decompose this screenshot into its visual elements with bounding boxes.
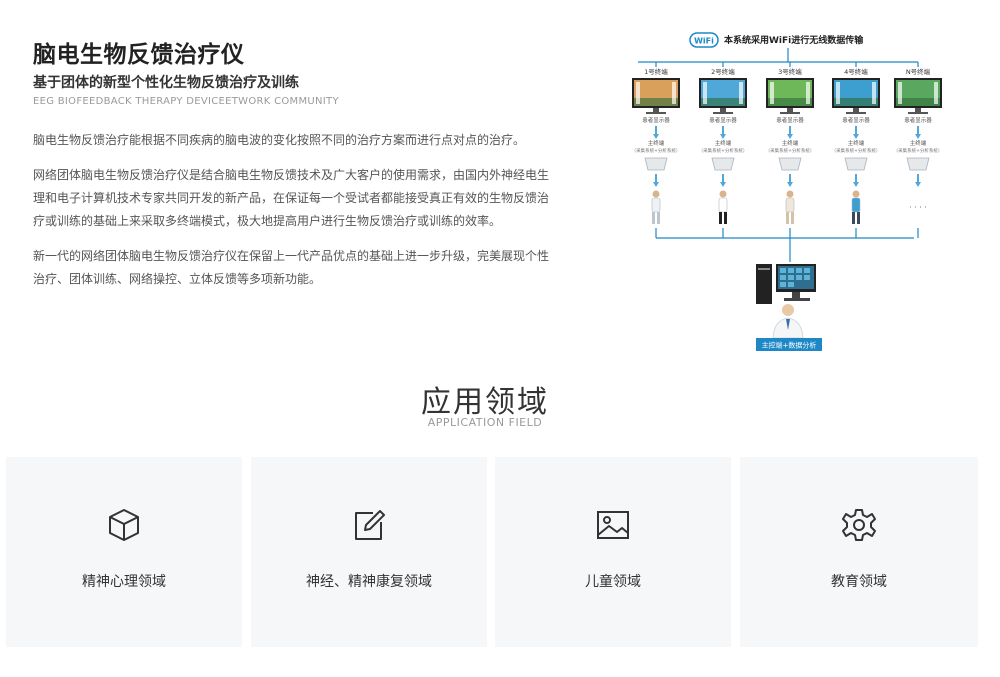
person-icon	[718, 190, 728, 224]
field-cards: 精神心理领域 神经、精神康复领域 儿童领域 教育领域	[6, 457, 978, 647]
cube-icon	[109, 509, 139, 541]
terminal-name: 2号终端	[711, 67, 735, 76]
terminal-name: 1号终端	[644, 67, 668, 76]
person-icon	[851, 190, 861, 224]
terminal-name: N号终端	[906, 67, 931, 76]
field-card-children[interactable]: 儿童领域	[495, 457, 731, 647]
image-icon	[597, 511, 629, 539]
edit-icon	[355, 510, 385, 540]
section-subtitle: APPLICATION FIELD	[427, 416, 543, 429]
device-label: 主终端	[715, 139, 732, 147]
page-subtitle: 基于团体的新型个性化生物反馈治疗及训练	[33, 75, 299, 91]
field-label: 教育领域	[831, 574, 887, 590]
gear-icon	[842, 509, 876, 541]
terminal-name: 4号终端	[844, 67, 868, 76]
system-diagram: WiFi 本系统采用WiFi进行无线数据传输 1号终端 患者显示器 主终端 （采集系统…	[618, 28, 958, 354]
device-icon	[711, 157, 735, 171]
device-label: 主终端	[910, 139, 927, 147]
device-icon	[778, 157, 802, 171]
ellipsis-text: · · · ·	[909, 203, 927, 212]
device-label: 主终端	[648, 139, 665, 147]
intro-paragraph-3: 新一代的网络团体脑电生物反馈治疗仪在保留上一代产品优点的基础上进一步升级，完美展…	[33, 249, 550, 286]
device-label: 主终端	[782, 139, 799, 147]
diagram-header: 本系统采用WiFi进行无线数据传输	[724, 34, 864, 46]
device-sublabel: （采集系统+分析系统）	[632, 147, 681, 154]
field-card-psychology[interactable]: 精神心理领域	[6, 457, 242, 647]
device-sublabel: （采集系统+分析系统）	[699, 147, 748, 154]
english-subtitle: EEG BIOFEEDBACK THERAPY DEVICEETWORK COM…	[33, 96, 339, 107]
screen-label: 患者显示器	[904, 116, 932, 124]
screen-label: 患者显示器	[776, 116, 804, 124]
field-label: 神经、精神康复领域	[306, 574, 432, 590]
screen-label: 患者显示器	[709, 116, 737, 124]
intro-paragraph-1: 脑电生物反馈治疗能根据不同疾病的脑电波的变化按照不同的治疗方案而进行点对点的治疗…	[33, 133, 526, 147]
intro-section: 脑电生物反馈治疗仪 基于团体的新型个性化生物反馈治疗及训练 EEG BIOFEE…	[33, 40, 553, 303]
device-sublabel: （采集系统+分析系统）	[832, 147, 881, 154]
section-title: 应用领域	[421, 385, 549, 420]
terminal-column: 2号终端患者显示器主终端（采集系统+分析系统）	[699, 62, 748, 238]
device-icon	[644, 157, 668, 171]
screen-label: 患者显示器	[842, 116, 870, 124]
intro-paragraph-2: 网络团体脑电生物反馈治疗仪是结合脑电生物反馈技术及广大客户的使用需求，由国内外神…	[33, 168, 550, 228]
terminal-column: 1号终端患者显示器主终端（采集系统+分析系统）	[632, 62, 681, 238]
person-icon	[651, 190, 661, 224]
field-card-rehabilitation[interactable]: 神经、精神康复领域	[251, 457, 487, 647]
device-label: 主终端	[848, 139, 865, 147]
page-title: 脑电生物反馈治疗仪	[33, 42, 245, 68]
field-card-education[interactable]: 教育领域	[740, 457, 978, 647]
screen-label: 患者显示器	[642, 116, 670, 124]
device-icon	[906, 157, 930, 171]
master-label: 主控端+数据分析	[762, 341, 817, 350]
terminal-column: 3号终端患者显示器主终端（采集系统+分析系统）	[766, 62, 815, 238]
master-station: 主控端+数据分析	[756, 264, 822, 351]
device-sublabel: （采集系统+分析系统）	[766, 147, 815, 154]
person-icon	[785, 190, 795, 224]
field-label: 儿童领域	[585, 574, 641, 590]
wifi-logo: WiFi	[689, 32, 719, 48]
wifi-logo-text: WiFi	[694, 37, 714, 46]
terminal-name: 3号终端	[778, 67, 802, 76]
terminal-column: 4号终端患者显示器主终端（采集系统+分析系统）	[832, 62, 881, 238]
terminal-column: N号终端患者显示器主终端（采集系统+分析系统） · · · ·	[894, 62, 943, 238]
field-label: 精神心理领域	[82, 574, 166, 590]
device-icon	[844, 157, 868, 171]
device-sublabel: （采集系统+分析系统）	[894, 147, 943, 154]
